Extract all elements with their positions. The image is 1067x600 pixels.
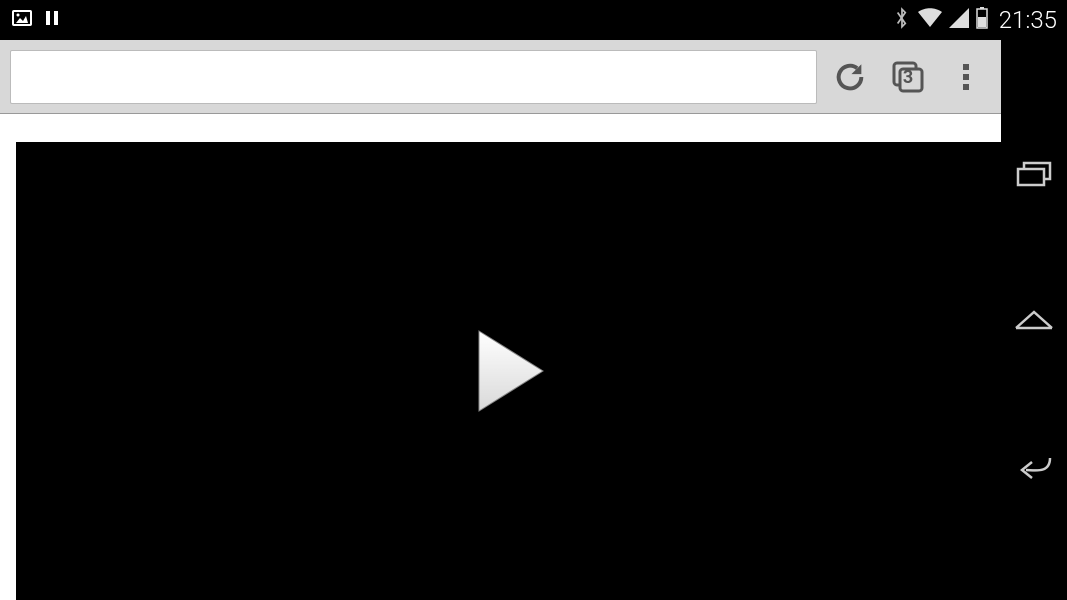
tabs-button[interactable]: 3	[883, 52, 933, 102]
browser-window: 3	[0, 40, 1001, 600]
wifi-icon	[917, 8, 943, 32]
status-left-icons	[10, 6, 62, 34]
menu-button[interactable]	[941, 52, 991, 102]
bluetooth-icon	[893, 6, 911, 34]
signal-icon	[949, 8, 969, 32]
back-icon	[1014, 452, 1054, 482]
navigation-bar	[1001, 40, 1067, 600]
web-content	[0, 114, 1001, 600]
reload-button[interactable]	[825, 52, 875, 102]
home-icon	[1014, 308, 1054, 332]
url-bar[interactable]	[10, 50, 817, 104]
video-player[interactable]	[16, 142, 1001, 600]
tabs-icon: 3	[891, 60, 925, 94]
recent-apps-button[interactable]	[1012, 151, 1056, 195]
play-icon	[469, 326, 549, 416]
browser-toolbar: 3	[0, 40, 1001, 114]
screen-body: 3	[0, 40, 1067, 600]
battery-icon	[975, 7, 989, 33]
reload-icon	[833, 60, 867, 94]
clock: 21:35	[999, 6, 1057, 34]
status-bar: 21:35	[0, 0, 1067, 40]
back-button[interactable]	[1012, 445, 1056, 489]
menu-icon	[954, 60, 978, 94]
pause-icon	[42, 8, 62, 32]
tabs-count: 3	[903, 66, 913, 87]
recent-apps-icon	[1016, 159, 1052, 187]
status-right-icons: 21:35	[893, 6, 1057, 34]
home-button[interactable]	[1012, 298, 1056, 342]
page-top-whitespace	[0, 114, 1001, 142]
picture-icon	[10, 6, 34, 34]
